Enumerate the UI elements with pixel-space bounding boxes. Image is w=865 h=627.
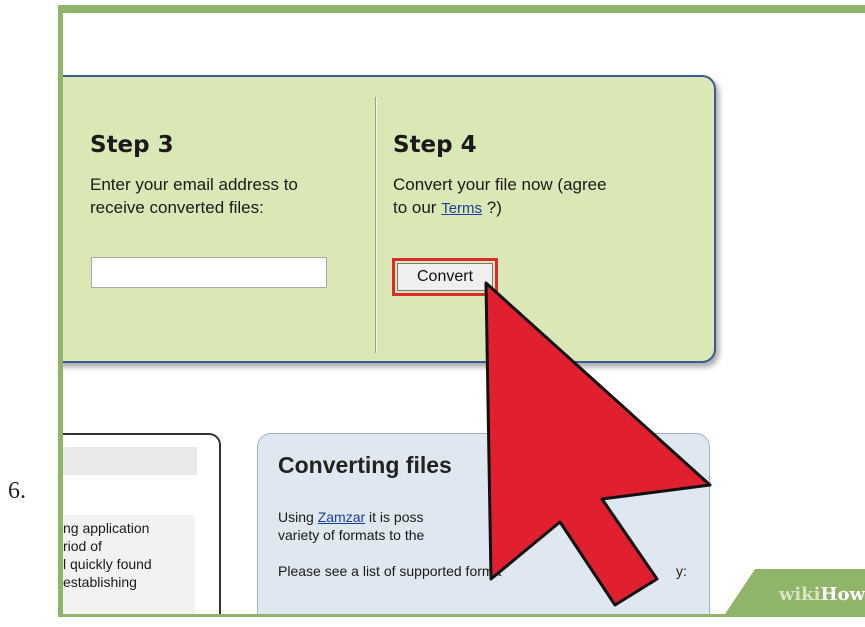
wikihow-logo-how: How	[820, 584, 865, 605]
wikihow-logo: wikiHow	[779, 584, 865, 605]
wikihow-logo-wiki: wiki	[778, 584, 821, 605]
screenshot-area: Step 3 Enter your email address to recei…	[63, 13, 865, 614]
cursor-arrow-icon	[484, 281, 712, 607]
step-number: 6.	[8, 478, 26, 504]
